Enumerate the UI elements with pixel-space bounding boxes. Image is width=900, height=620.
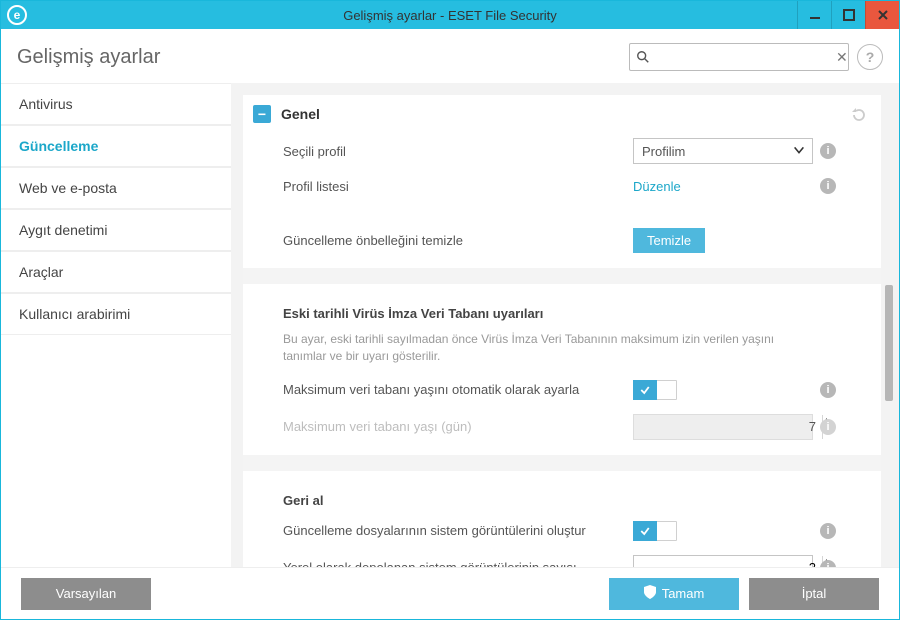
search-input[interactable]	[650, 50, 834, 65]
sidebar: Antivirus Güncelleme Web ve e-posta Aygı…	[1, 83, 231, 567]
search-box[interactable]: ✕	[629, 43, 849, 71]
settings-panel: − Genel Seçili profil Profilim	[243, 95, 881, 567]
sidebar-item-aygit[interactable]: Aygıt denetimi	[1, 209, 231, 251]
subsection-desc-vsdb: Bu ayar, eski tarihli sayılmadan önce Vi…	[243, 327, 823, 373]
info-icon[interactable]: i	[820, 560, 836, 567]
app-window: e Gelişmiş ayarlar - ESET File Security …	[0, 0, 900, 620]
close-button[interactable]	[865, 1, 899, 29]
toggle-knob-on	[633, 380, 657, 400]
section-header-genel[interactable]: − Genel	[243, 95, 881, 131]
toggle-create-snapshot[interactable]	[633, 521, 677, 541]
ok-button-label: Tamam	[662, 586, 705, 601]
info-icon[interactable]: i	[820, 143, 836, 159]
defaults-button[interactable]: Varsayılan	[21, 578, 151, 610]
page-header: Gelişmiş ayarlar ✕ ?	[1, 29, 899, 83]
label-snapshot-count: Yerel olarak depolanan sistem görüntüler…	[283, 560, 633, 567]
row-snapshot-count: Yerel olarak depolanan sistem görüntüler…	[243, 548, 881, 567]
label-selected-profile: Seçili profil	[283, 144, 633, 159]
label-auto-age: Maksimum veri tabanı yaşını otomatik ola…	[283, 382, 633, 397]
input-snapshot-count[interactable]: ▲ ▼	[633, 555, 813, 567]
label-max-age: Maksimum veri tabanı yaşı (gün)	[283, 419, 633, 434]
window-controls	[797, 1, 899, 29]
label-clear-cache: Güncelleme önbelleğini temizle	[283, 233, 633, 248]
info-icon: i	[820, 419, 836, 435]
toggle-auto-age[interactable]	[633, 380, 677, 400]
titlebar: e Gelişmiş ayarlar - ESET File Security	[1, 1, 899, 29]
search-clear-icon[interactable]: ✕	[834, 49, 850, 66]
scrollbar-thumb[interactable]	[885, 285, 893, 401]
input-max-age-field	[634, 419, 822, 434]
subsection-title-vsdb: Eski tarihli Virüs İmza Veri Tabanı uyar…	[243, 292, 881, 327]
subsection-title-rollback: Geri al	[243, 479, 881, 514]
label-profile-list: Profil listesi	[283, 179, 633, 194]
cancel-button[interactable]: İptal	[749, 578, 879, 610]
shield-icon	[644, 585, 656, 602]
label-create-snapshot: Güncelleme dosyalarının sistem görüntüle…	[283, 523, 633, 538]
row-selected-profile: Seçili profil Profilim i	[243, 131, 881, 171]
sidebar-item-web[interactable]: Web ve e-posta	[1, 167, 231, 209]
sidebar-item-antivirus[interactable]: Antivirus	[1, 83, 231, 125]
header-right: ✕ ?	[629, 43, 883, 71]
minimize-button[interactable]	[797, 1, 831, 29]
info-icon[interactable]: i	[820, 178, 836, 194]
select-profile-value: Profilim	[642, 144, 685, 159]
row-clear-cache: Güncelleme önbelleğini temizle Temizle	[243, 221, 881, 260]
row-max-age: Maksimum veri tabanı yaşı (gün) ▲ ▼ i	[243, 407, 881, 447]
input-max-age: ▲ ▼	[633, 414, 813, 440]
sidebar-item-araclar[interactable]: Araçlar	[1, 251, 231, 293]
section-reset-icon[interactable]	[851, 107, 867, 126]
select-profile[interactable]: Profilim	[633, 138, 813, 164]
chevron-down-icon	[792, 143, 806, 160]
clear-cache-button[interactable]: Temizle	[633, 228, 705, 253]
help-button[interactable]: ?	[857, 44, 883, 70]
sidebar-item-arabirim[interactable]: Kullanıcı arabirimi	[1, 293, 231, 335]
page-title: Gelişmiş ayarlar	[17, 46, 160, 69]
sidebar-item-guncelleme[interactable]: Güncelleme	[1, 125, 231, 167]
search-icon	[636, 50, 650, 64]
ok-button[interactable]: Tamam	[609, 578, 739, 610]
row-create-snapshot: Güncelleme dosyalarının sistem görüntüle…	[243, 514, 881, 548]
row-profile-list: Profil listesi Düzenle i	[243, 171, 881, 201]
content-area: − Genel Seçili profil Profilim	[231, 83, 899, 567]
maximize-button[interactable]	[831, 1, 865, 29]
divider	[243, 455, 881, 471]
input-snapshot-count-field[interactable]	[634, 560, 822, 567]
info-icon[interactable]: i	[820, 382, 836, 398]
row-auto-age: Maksimum veri tabanı yaşını otomatik ola…	[243, 373, 881, 407]
toggle-knob-on	[633, 521, 657, 541]
section-title: Genel	[281, 106, 320, 122]
info-icon[interactable]: i	[820, 523, 836, 539]
scrollbar[interactable]	[885, 95, 897, 565]
divider	[243, 268, 881, 284]
link-edit-profiles[interactable]: Düzenle	[633, 179, 681, 194]
body: Antivirus Güncelleme Web ve e-posta Aygı…	[1, 83, 899, 567]
collapse-toggle-icon[interactable]: −	[253, 105, 271, 123]
window-title: Gelişmiş ayarlar - ESET File Security	[1, 8, 899, 23]
footer: Varsayılan Tamam İptal	[1, 567, 899, 619]
